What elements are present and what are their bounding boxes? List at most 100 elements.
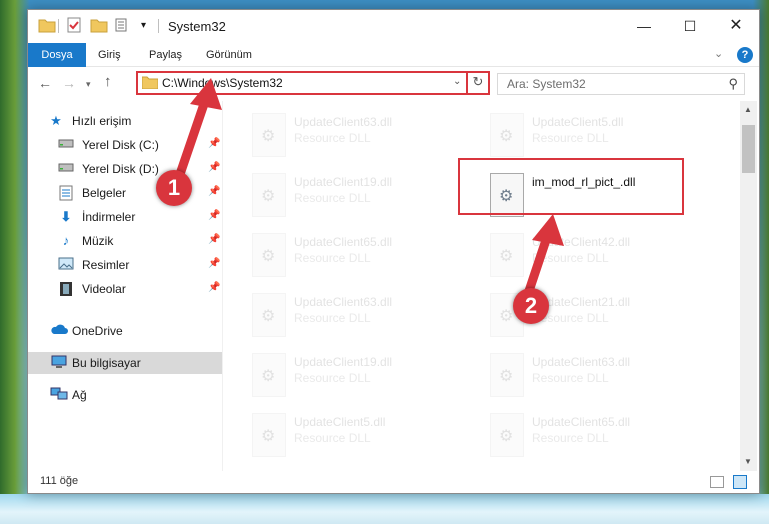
file-item[interactable]: ⚙ UpdateClient63.dll Resource DLL (484, 349, 719, 405)
file-type: Resource DLL (294, 431, 371, 445)
customize-icon[interactable] (114, 17, 132, 35)
scroll-down-icon[interactable]: ▼ (744, 457, 752, 466)
file-item[interactable]: ⚙ UpdateClient19.dll Resource DLL (246, 169, 481, 225)
gear-icon: ⚙ (499, 248, 514, 265)
gear-icon: ⚙ (499, 128, 514, 145)
tab-file[interactable]: Dosya (28, 43, 86, 67)
forward-arrow-icon[interactable]: → (62, 75, 76, 91)
address-path[interactable]: C:\Windows\System32 (162, 76, 283, 90)
sidebar-item-label: Hızlı erişim (72, 114, 132, 128)
search-input[interactable]: Ara: System32 ⚲ (497, 73, 745, 95)
recent-locations-icon[interactable]: ▾ (86, 79, 91, 90)
drive-icon (58, 161, 74, 177)
file-item[interactable]: ⚙ UpdateClient42.dll Resource DLL (484, 229, 719, 285)
file-type: Resource DLL (294, 131, 371, 145)
vertical-scrollbar[interactable]: ▲ ▼ (740, 101, 757, 471)
file-name: UpdateClient42.dll (532, 235, 631, 249)
navigation-bar: ← → ▾ ↑ C:\Windows\System32 ⌄ ↻ Ara: Sys… (28, 67, 759, 101)
file-name: UpdateClient65.dll (294, 235, 393, 249)
file-name: UpdateClient19.dll (294, 355, 393, 369)
quick-access-dropdown-icon[interactable]: ▾ (141, 17, 159, 35)
file-item[interactable]: ⚙ UpdateClient65.dll Resource DLL (484, 409, 719, 465)
file-name: UpdateClient65.dll (532, 415, 631, 429)
file-item[interactable]: ⚙ UpdateClient5.dll Resource DLL (246, 409, 481, 465)
pin-icon[interactable]: 📌 (208, 258, 220, 269)
navigation-pane: ★ Hızlı erişim Yerel Disk (C:) 📌 Yerel D… (28, 101, 222, 471)
file-item[interactable]: ⚙ UpdateClient63.dll Resource DLL (246, 289, 481, 345)
back-arrow-icon[interactable]: ← (38, 75, 52, 91)
sidebar-item-pictures[interactable]: Resimler 📌 (28, 254, 222, 276)
file-name: UpdateClient63.dll (294, 295, 393, 309)
tab-share[interactable]: Paylaş (139, 43, 192, 67)
file-item[interactable]: ⚙ UpdateClient19.dll Resource DLL (246, 349, 481, 405)
sidebar-item-network[interactable]: Ağ (28, 384, 222, 406)
file-list: ⚙ UpdateClient63.dll Resource DLL ⚙ Upda… (224, 101, 740, 471)
gear-icon: ⚙ (261, 428, 276, 445)
minimize-button[interactable]: ― (621, 10, 667, 42)
pin-icon[interactable]: 📌 (208, 210, 220, 221)
sidebar-item-quick-access[interactable]: ★ Hızlı erişim (28, 110, 222, 132)
gear-icon: ⚙ (261, 308, 276, 325)
file-item[interactable]: ⚙ UpdateClient65.dll Resource DLL (246, 229, 481, 285)
file-name: UpdateClient5.dll (532, 115, 624, 129)
expand-ribbon-icon[interactable]: ⌄ (714, 47, 723, 60)
sidebar-item-documents[interactable]: Belgeler 📌 (28, 182, 222, 204)
sidebar-item-label: Belgeler (82, 186, 127, 200)
up-arrow-icon[interactable]: ↑ (104, 73, 112, 90)
properties-icon[interactable] (66, 17, 84, 35)
status-bar: 111 öğe (28, 471, 759, 493)
dll-file-icon: ⚙ (490, 353, 524, 397)
dll-file-icon: ⚙ (252, 173, 286, 217)
sidebar-item-label: Yerel Disk (D:) (82, 162, 159, 176)
new-folder-icon[interactable] (90, 17, 108, 35)
gear-icon: ⚙ (499, 428, 514, 445)
sidebar-item-drive-d[interactable]: Yerel Disk (D:) 📌 (28, 158, 222, 180)
computer-icon (50, 355, 67, 371)
scroll-up-icon[interactable]: ▲ (744, 105, 752, 114)
title-bar: ▾ System32 ― ☐ ✕ (28, 10, 759, 43)
address-bar[interactable]: C:\Windows\System32 ⌄ (136, 71, 489, 95)
sidebar-item-music[interactable]: ♪ Müzik 📌 (28, 230, 222, 252)
file-type: Resource DLL (532, 131, 609, 145)
file-highlight-box (458, 158, 684, 215)
music-icon: ♪ (62, 233, 70, 248)
pin-icon[interactable]: 📌 (208, 186, 220, 197)
maximize-button[interactable]: ☐ (667, 10, 713, 42)
refresh-button[interactable]: ↻ (466, 71, 490, 95)
file-type: Resource DLL (532, 371, 609, 385)
sidebar-item-onedrive[interactable]: OneDrive (28, 320, 222, 342)
sidebar-item-drive-c[interactable]: Yerel Disk (C:) 📌 (28, 134, 222, 156)
video-icon (58, 281, 74, 297)
sidebar-item-downloads[interactable]: ⬇ İndirmeler 📌 (28, 206, 222, 228)
file-name: UpdateClient19.dll (294, 175, 393, 189)
tiles-view-icon[interactable] (733, 475, 747, 489)
tab-view[interactable]: Görünüm (196, 43, 262, 67)
sidebar-item-label: Resimler (82, 258, 130, 272)
details-view-icon[interactable] (710, 476, 724, 488)
toolbar-divider (158, 19, 159, 33)
dll-file-icon: ⚙ (252, 293, 286, 337)
dll-file-icon: ⚙ (252, 413, 286, 457)
pin-icon[interactable]: 📌 (208, 234, 220, 245)
explorer-window: ▾ System32 ― ☐ ✕ Dosya Giriş Paylaş Görü… (27, 9, 760, 494)
desktop-beach (0, 494, 769, 524)
gear-icon: ⚙ (261, 248, 276, 265)
pin-icon[interactable]: 📌 (208, 162, 220, 173)
sidebar-item-this-pc[interactable]: Bu bilgisayar (28, 352, 222, 374)
pin-icon[interactable]: 📌 (208, 282, 220, 293)
scrollbar-thumb[interactable] (742, 125, 755, 173)
dll-file-icon: ⚙ (490, 233, 524, 277)
close-button[interactable]: ✕ (713, 10, 759, 42)
help-icon[interactable]: ? (737, 47, 753, 63)
tab-home[interactable]: Giriş (88, 43, 131, 67)
file-item[interactable]: ⚙ UpdateClient5.dll Resource DLL (484, 109, 719, 165)
gear-icon: ⚙ (499, 368, 514, 385)
sidebar-item-videos[interactable]: Videolar 📌 (28, 278, 222, 300)
address-dropdown-icon[interactable]: ⌄ (453, 76, 461, 87)
dll-file-icon: ⚙ (252, 353, 286, 397)
toolbar-divider (58, 19, 59, 33)
search-icon[interactable]: ⚲ (728, 76, 738, 92)
dll-file-icon: ⚙ (490, 113, 524, 157)
pin-icon[interactable]: 📌 (208, 138, 220, 149)
file-item[interactable]: ⚙ UpdateClient63.dll Resource DLL (246, 109, 481, 165)
